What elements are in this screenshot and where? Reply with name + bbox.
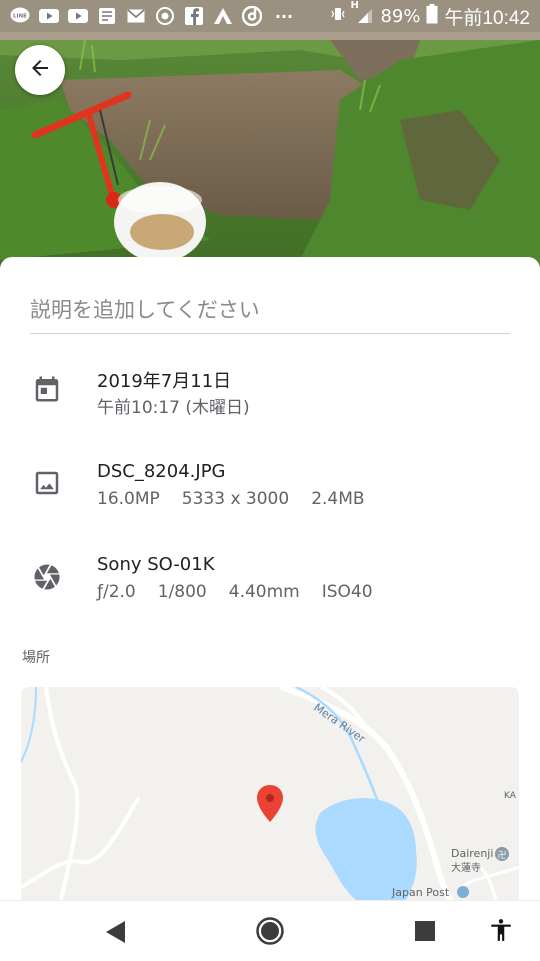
nav-back-button[interactable] — [100, 917, 130, 947]
youtube-icon-2 — [68, 6, 88, 26]
square-recents-icon — [415, 921, 435, 941]
image-icon — [30, 466, 64, 500]
resolution-mp: 16.0MP — [97, 489, 160, 509]
line-icon-label: LINE — [13, 14, 27, 20]
clock: 午前10:42 — [444, 7, 530, 29]
photo-preview — [0, 0, 540, 275]
vibrate-icon — [330, 6, 346, 27]
temple-label-jp: 大蓮寺 — [451, 861, 481, 874]
photo-image — [0, 0, 540, 275]
more-notifications-icon: ··· — [274, 6, 294, 26]
location-map[interactable]: 卍 Mera River Dairenji 大蓮寺 Japan Post KA — [21, 687, 519, 900]
nav-home-button[interactable] — [254, 915, 286, 947]
news-app-icon — [97, 6, 117, 26]
accessibility-button[interactable] — [486, 915, 516, 945]
arrow-left-icon — [28, 56, 52, 84]
calendar-icon — [30, 372, 64, 406]
focal-length: 4.40mm — [228, 582, 300, 602]
battery-percent: 89% — [380, 5, 421, 27]
youtube-icon — [39, 6, 59, 26]
description-input[interactable] — [30, 287, 510, 334]
temple-label-en: Dairenji — [451, 847, 493, 860]
home-circle-icon — [256, 917, 284, 945]
network-type-label: H — [350, 0, 359, 11]
map-edge-label: KA — [504, 791, 517, 801]
line-app-icon: LINE — [10, 6, 30, 26]
mail-icon — [126, 6, 146, 26]
date-row: 2019年7月11日 午前10:17 (木曜日) — [0, 367, 540, 427]
temple-marker-icon: 卍 — [497, 850, 506, 861]
accessibility-icon — [491, 919, 511, 941]
file-row: DSC_8204.JPG 16.0MP 5333 x 3000 2.4MB — [0, 461, 540, 521]
aperture-icon — [30, 560, 64, 594]
back-button[interactable] — [15, 45, 65, 95]
battery-icon — [426, 3, 438, 29]
triangle-back-icon — [106, 921, 125, 943]
time-text: 午前10:17 (木曜日) — [97, 398, 250, 418]
file-size: 2.4MB — [311, 489, 365, 509]
shutter-speed: 1/800 — [157, 582, 207, 602]
post-office-label: Japan Post — [391, 886, 450, 899]
date-text: 2019年7月11日 — [97, 371, 232, 392]
location-section-label: 場所 — [22, 650, 50, 666]
nav-recents-button[interactable] — [413, 919, 437, 943]
map-canvas: 卍 Mera River Dairenji 大蓮寺 Japan Post KA — [21, 687, 519, 900]
d-app-icon — [242, 6, 262, 26]
facebook-icon — [184, 6, 204, 26]
cell-signal-icon: H — [350, 0, 374, 29]
camera-model: Sony SO-01K — [97, 554, 215, 575]
aperture-value: ƒ/2.0 — [97, 582, 136, 602]
file-name: DSC_8204.JPG — [97, 461, 226, 482]
status-bar: LINE ··· H 89% 午前10:42 — [0, 0, 540, 32]
target-app-icon — [155, 6, 175, 26]
arch-app-icon — [213, 6, 233, 26]
file-specs: 16.0MP 5333 x 3000 2.4MB — [97, 489, 387, 509]
info-sheet: 2019年7月11日 午前10:17 (木曜日) DSC_8204.JPG 16… — [0, 257, 540, 900]
camera-row: Sony SO-01K ƒ/2.0 1/800 4.40mm ISO40 — [0, 554, 540, 614]
dimensions: 5333 x 3000 — [181, 489, 290, 509]
system-nav-bar — [0, 900, 540, 961]
iso-value: ISO40 — [321, 582, 373, 602]
camera-specs: ƒ/2.0 1/800 4.40mm ISO40 — [97, 582, 395, 602]
